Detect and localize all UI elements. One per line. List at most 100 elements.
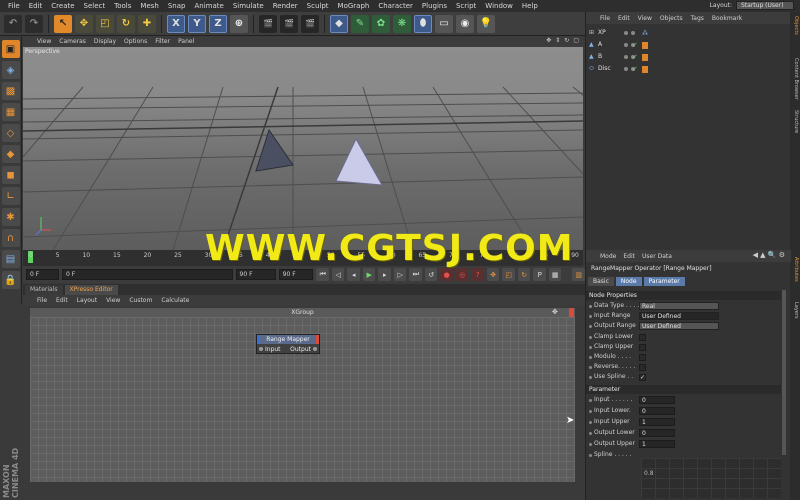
output-port[interactable]: Output [290, 346, 317, 353]
objects-menu-objects[interactable]: Objects [660, 15, 683, 22]
enabled-check-icon[interactable]: ✓ [632, 41, 638, 49]
xpresso-tag-icon[interactable]: ⁂ [642, 30, 648, 37]
node-title[interactable]: Range Mapper [257, 335, 319, 344]
autokey-icon[interactable]: ◎ [455, 268, 469, 281]
camera-icon[interactable]: ◉ [456, 14, 474, 33]
z-axis-icon[interactable]: Z [209, 14, 227, 33]
reverse-checkbox[interactable] [639, 364, 646, 371]
animate-bullet-icon[interactable] [589, 432, 592, 435]
animate-bullet-icon[interactable] [589, 305, 592, 308]
viewport-menu-cameras[interactable]: Cameras [59, 38, 86, 45]
output-upper-field[interactable]: 1 [639, 440, 675, 448]
recent-tool-icon[interactable]: ✚ [138, 14, 156, 33]
menu-mograph[interactable]: MoGraph [338, 2, 370, 10]
undo-icon[interactable]: ↶ [4, 14, 22, 33]
axis-mode-icon[interactable]: ∟ [1, 187, 20, 205]
next-frame-icon[interactable]: ▸ [378, 268, 391, 281]
material-tag-icon[interactable] [642, 54, 648, 61]
scale-icon[interactable]: ◰ [96, 14, 114, 33]
max-frame-field[interactable]: 90 F [278, 269, 314, 280]
menu-edit[interactable]: Edit [29, 2, 43, 10]
menu-plugins[interactable]: Plugins [422, 2, 447, 10]
side-tab-layers[interactable]: Layers [791, 302, 799, 319]
side-tab-structure[interactable]: Structure [791, 110, 799, 133]
objects-menu-file[interactable]: File [600, 15, 610, 22]
pyramid-b[interactable] [335, 137, 383, 186]
snap-icon[interactable]: ∩ [1, 229, 20, 247]
live-selection-icon[interactable]: ↖ [54, 14, 72, 33]
nurbs-icon[interactable]: ✿ [372, 14, 390, 33]
viewport-menu-view[interactable]: View [37, 38, 51, 45]
parameter-key-icon[interactable]: P [533, 268, 546, 281]
animate-bullet-icon[interactable] [589, 315, 592, 318]
render-picture-viewer-icon[interactable]: 🎬 [280, 14, 298, 33]
enabled-check-icon[interactable]: ✓ [632, 53, 638, 61]
tab-basic[interactable]: Basic [588, 277, 614, 286]
start-frame-field[interactable]: 0 F [26, 269, 59, 280]
workplane-grid-icon[interactable]: ▤ [1, 250, 20, 268]
menu-snap[interactable]: Snap [168, 2, 186, 10]
dolly-icon[interactable]: ⇕ [555, 37, 560, 44]
objects-menu-bookmark[interactable]: Bookmark [712, 15, 742, 22]
clamp-lower-checkbox[interactable] [639, 334, 646, 341]
pan-icon[interactable]: ✥ [546, 37, 551, 44]
visibility-dots[interactable] [624, 31, 635, 35]
position-key-icon[interactable]: ✥ [486, 268, 500, 281]
object-row-disc[interactable]: ⬭ Disc ✓ [586, 65, 791, 76]
previous-key-icon[interactable]: ◁ [331, 268, 345, 281]
animate-bullet-icon[interactable] [589, 376, 592, 379]
enabled-check-icon[interactable]: ✓ [632, 65, 638, 73]
make-editable-icon[interactable]: ▣ [1, 40, 20, 58]
viewport-menu-panel[interactable]: Panel [178, 38, 194, 45]
current-frame-field[interactable]: 0 F [62, 269, 233, 280]
xgroup-nav-icon[interactable]: ✥ [552, 308, 558, 316]
material-tag-icon[interactable] [642, 42, 648, 49]
clamp-upper-checkbox[interactable] [639, 344, 646, 351]
xgroup-right-port[interactable] [569, 308, 574, 317]
node-right-port-icon[interactable] [316, 335, 319, 344]
input-port-icon[interactable] [259, 347, 263, 351]
cube-icon[interactable]: ◆ [330, 14, 348, 33]
animate-bullet-icon[interactable] [589, 399, 592, 402]
xpresso-menu-custom[interactable]: Custom [129, 297, 152, 304]
end-frame-field[interactable]: 90 F [235, 269, 276, 280]
array-icon[interactable]: ❋ [393, 14, 411, 33]
layout-select[interactable]: Startup (User) [736, 1, 794, 10]
modulo-checkbox[interactable] [639, 354, 646, 361]
model-mode-icon[interactable]: ◈ [1, 61, 20, 79]
x-axis-icon[interactable]: X [167, 14, 185, 33]
workplane-icon[interactable]: ▦ [1, 103, 20, 121]
move-icon[interactable]: ✥ [75, 14, 93, 33]
animate-bullet-icon[interactable] [589, 454, 592, 457]
output-lower-field[interactable]: 0 [639, 429, 675, 437]
tab-materials[interactable]: Materials [25, 284, 63, 295]
next-key-icon[interactable]: ▷ [393, 268, 407, 281]
orbit-icon[interactable]: ↻ [564, 37, 569, 44]
attributes-scrollbar[interactable] [782, 290, 786, 455]
objects-menu-edit[interactable]: Edit [618, 15, 630, 22]
timeline-icon[interactable]: ▥ [572, 268, 585, 281]
keyframe-selection-icon[interactable]: ? [471, 268, 484, 281]
tab-xpresso-editor[interactable]: XPresso Editor [64, 284, 118, 295]
node-left-port-icon[interactable] [257, 335, 260, 344]
menu-mesh[interactable]: Mesh [140, 2, 158, 10]
lock-workplane-icon[interactable]: 🔒 [1, 271, 20, 289]
animate-bullet-icon[interactable] [589, 366, 592, 369]
output-port-icon[interactable] [313, 347, 317, 351]
light-icon[interactable]: 💡 [477, 14, 495, 33]
tweak-mode-icon[interactable]: ✱ [1, 208, 20, 226]
animate-bullet-icon[interactable] [589, 421, 592, 424]
input-port[interactable]: Input [259, 346, 281, 353]
viewport-menu-filter[interactable]: Filter [155, 38, 170, 45]
input-upper-field[interactable]: 1 [639, 418, 675, 426]
use-spline-checkbox[interactable]: ✓ [639, 374, 646, 381]
render-settings-icon[interactable]: 🎬 [301, 14, 319, 33]
go-to-end-icon[interactable]: ⏭ [409, 268, 422, 281]
animate-bullet-icon[interactable] [589, 443, 592, 446]
data-type-dropdown[interactable]: Real [639, 302, 719, 310]
polygons-mode-icon[interactable]: ◼ [1, 166, 20, 184]
input-value-field[interactable]: 0 [639, 396, 675, 404]
menu-window[interactable]: Window [485, 2, 513, 10]
xpresso-menu-view[interactable]: View [106, 297, 120, 304]
coordinate-system-icon[interactable]: ⊕ [230, 14, 248, 33]
